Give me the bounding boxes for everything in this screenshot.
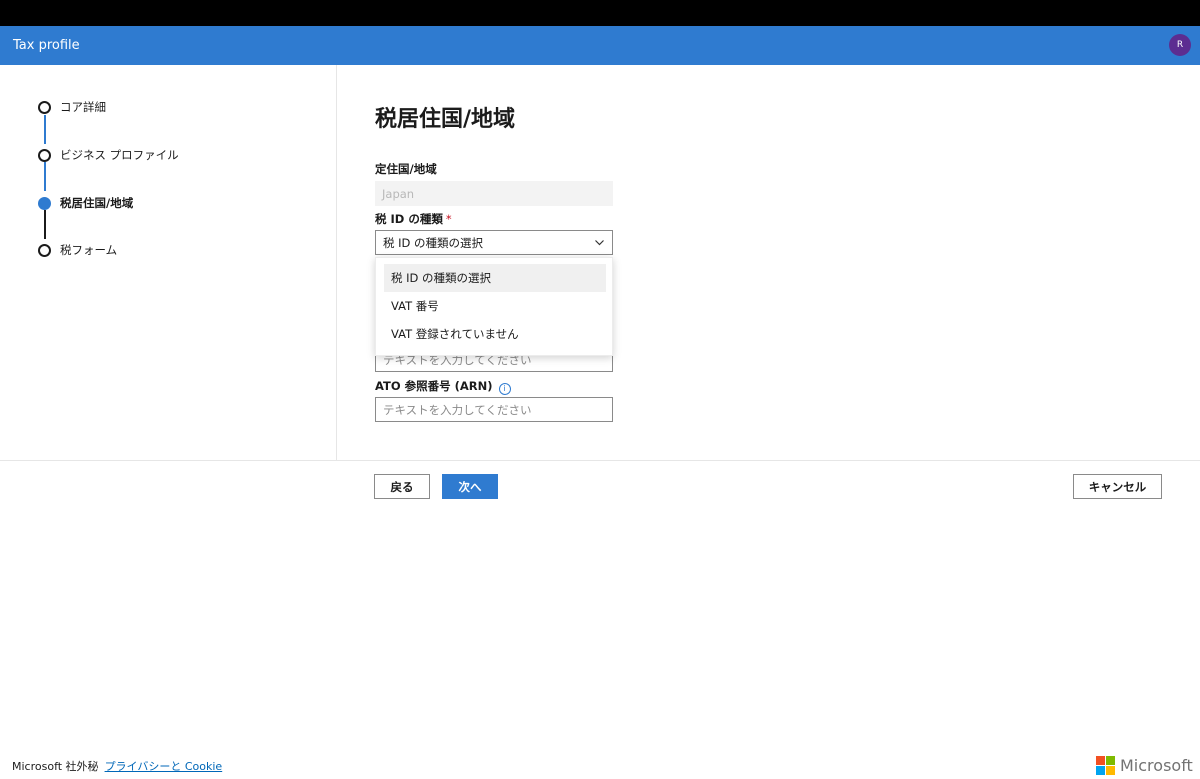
step-active-dot-icon <box>38 196 51 210</box>
dropdown-option-select[interactable]: 税 ID の種類の選択 <box>384 264 606 292</box>
step-connector <box>43 210 46 239</box>
step-tax-forms: 税フォーム <box>38 242 117 258</box>
info-icon[interactable]: i <box>498 382 511 395</box>
privacy-link[interactable]: プライバシーと Cookie <box>105 760 223 773</box>
top-black-strip <box>0 0 1200 26</box>
step-label: コア詳細 <box>60 100 106 114</box>
residence-label: 定住国/地域 <box>375 162 437 176</box>
microsoft-logo-text: Microsoft <box>1120 756 1193 775</box>
dropdown-option-vat-number[interactable]: VAT 番号 <box>384 292 606 320</box>
back-button[interactable]: 戻る <box>374 474 430 499</box>
tax-id-type-label-row: 税 ID の種類 * <box>375 211 452 227</box>
tax-id-type-dropdown: 税 ID の種類の選択 VAT 番号 VAT 登録されていません <box>375 257 613 356</box>
step-circle-icon <box>38 243 51 257</box>
arn-label-row: ATO 参照番号 (ARN) i <box>375 378 511 395</box>
footer: Microsoft 社外秘 プライバシーと Cookie <box>12 758 222 774</box>
step-connector <box>43 162 46 191</box>
residence-value: Japan <box>382 186 415 201</box>
step-label: 税居住国/地域 <box>60 196 134 210</box>
avatar[interactable]: R <box>1169 34 1191 56</box>
tax-id-type-label: 税 ID の種類 <box>375 212 443 226</box>
microsoft-logo-icon <box>1096 756 1115 775</box>
content-divider <box>0 460 1200 461</box>
footer-confidential: Microsoft 社外秘 <box>12 760 99 773</box>
arn-input-placeholder: テキストを入力してください <box>383 402 532 417</box>
page-title: 税居住国/地域 <box>375 107 516 132</box>
chevron-down-icon <box>595 240 604 246</box>
step-circle-icon <box>38 100 51 114</box>
microsoft-logo: Microsoft <box>1096 756 1193 775</box>
app-header: Tax profile R <box>0 26 1200 65</box>
tax-id-type-select[interactable]: 税 ID の種類の選択 <box>375 230 613 255</box>
step-label: 税フォーム <box>60 243 118 257</box>
next-button[interactable]: 次へ <box>442 474 498 499</box>
step-label: ビジネス プロファイル <box>60 148 179 162</box>
sidebar-divider <box>336 65 337 461</box>
step-business-profile: ビジネス プロファイル <box>38 147 179 163</box>
tax-id-type-selected: 税 ID の種類の選択 <box>383 235 484 250</box>
cancel-button[interactable]: キャンセル <box>1073 474 1162 499</box>
step-tax-residence: 税居住国/地域 <box>38 195 133 211</box>
residence-field: Japan <box>375 181 613 206</box>
step-core-details: コア詳細 <box>38 99 106 115</box>
arn-input[interactable]: テキストを入力してください <box>375 397 613 422</box>
arn-label: ATO 参照番号 (ARN) <box>375 379 493 393</box>
step-connector <box>43 115 46 144</box>
dropdown-option-not-vat-registered[interactable]: VAT 登録されていません <box>384 320 606 348</box>
app-title: Tax profile <box>13 38 80 53</box>
required-asterisk: * <box>445 212 452 226</box>
step-circle-icon <box>38 148 51 162</box>
